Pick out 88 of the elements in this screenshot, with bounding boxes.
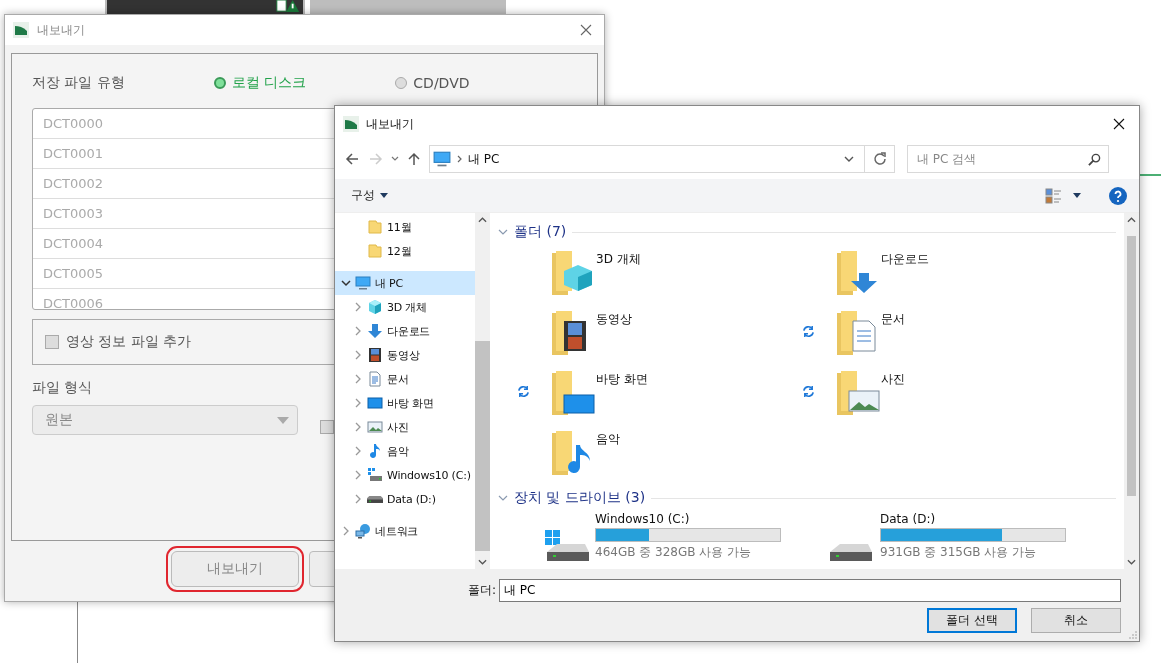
music-note-icon [367, 443, 383, 459]
drive-icon [367, 467, 383, 483]
scroll-down-icon[interactable] [1127, 559, 1136, 565]
folder-item[interactable]: 문서 [783, 303, 1068, 363]
free-space-text: 931GB 중 315GB 사용 가능 [880, 543, 1038, 561]
folder-item[interactable]: 사진 [783, 363, 1068, 423]
recent-dropdown-icon[interactable] [391, 156, 399, 162]
dropdown-chevron-icon[interactable] [844, 156, 854, 162]
computer-icon [433, 150, 451, 168]
scroll-up-icon[interactable] [1127, 217, 1136, 223]
tree-item[interactable]: 네트워크 [335, 519, 475, 543]
down-arrow-icon [367, 323, 383, 339]
folder-field-label: 폴더: [467, 582, 496, 599]
view-options-icon[interactable] [1045, 187, 1063, 204]
help-icon[interactable] [1109, 186, 1127, 205]
app-icon [343, 116, 359, 132]
search-icon [1088, 152, 1101, 166]
storage-type-label: 저장 파일 유형 [32, 74, 126, 92]
drive-icon [830, 543, 872, 561]
expand-chevron-icon[interactable] [353, 326, 363, 336]
drive-icon [545, 529, 589, 561]
scrollbar[interactable] [1124, 213, 1139, 569]
tree-item[interactable]: 사진 [335, 415, 475, 439]
scroll-up-icon[interactable] [478, 217, 487, 223]
search-field[interactable]: 내 PC 검색 [908, 151, 1088, 167]
network-icon [355, 523, 371, 539]
refresh-icon[interactable] [865, 145, 895, 173]
expand-chevron-icon[interactable] [353, 446, 363, 456]
drive-icon [367, 495, 383, 503]
drive-item[interactable]: Data (D:) 931GB 중 315GB 사용 가능 [783, 509, 1068, 563]
film-icon [367, 347, 383, 363]
folder-icon [367, 219, 383, 235]
computer-icon [355, 275, 371, 291]
app-icon [13, 22, 29, 38]
tree-item[interactable]: 동영상 [335, 343, 475, 367]
folder-field[interactable]: 내 PC [499, 579, 1121, 602]
file-format-label: 파일 형식 [32, 379, 93, 397]
collapse-chevron-icon[interactable] [341, 278, 351, 288]
expand-chevron-icon[interactable] [353, 470, 363, 480]
drive-name: Windows10 (C:) [595, 511, 691, 526]
expand-chevron-icon[interactable] [353, 422, 363, 432]
drive-name: Data (D:) [880, 511, 937, 526]
expand-chevron-icon[interactable] [341, 526, 351, 536]
radio-dot-icon[interactable] [395, 77, 408, 89]
checkbox-label: 영상 정보 파일 추가 [66, 333, 192, 351]
tree-item[interactable]: 바탕 화면 [335, 391, 475, 415]
dialog-button[interactable]: 폴더 선택 [927, 608, 1017, 633]
dropdown-arrow-icon [277, 416, 289, 424]
tree-item[interactable]: 내 PC [335, 271, 475, 295]
tree-item[interactable]: 다운로드 [335, 319, 475, 343]
search-box[interactable]: 내 PC 검색 [907, 145, 1109, 173]
tree-item[interactable]: 음악 [335, 439, 475, 463]
tree-item[interactable]: Data (D:) [335, 487, 475, 511]
tree-item[interactable]: Windows10 (C:) [335, 463, 475, 487]
tree-item[interactable]: 문서 [335, 367, 475, 391]
view-dropdown-icon[interactable] [1073, 193, 1081, 198]
group-header[interactable]: 장치 및 드라이브 (3) [514, 489, 646, 507]
checkbox[interactable] [45, 335, 59, 349]
expand-chevron-icon[interactable] [353, 398, 363, 408]
window-title: 내보내기 [366, 115, 415, 133]
scroll-down-icon[interactable] [478, 559, 487, 565]
folder-item[interactable]: 음악 [498, 423, 783, 483]
caret-icon [380, 193, 388, 198]
scrollbar[interactable] [475, 213, 490, 569]
desktop-icon [367, 395, 383, 411]
window-title: 내보내기 [37, 21, 86, 39]
folder-icon [367, 243, 383, 259]
folder-item[interactable]: 다운로드 [783, 243, 1068, 303]
expand-chevron-icon[interactable] [353, 350, 363, 360]
resize-grip-icon[interactable] [1129, 631, 1137, 639]
breadcrumb-chevron-icon[interactable] [457, 155, 462, 163]
cube-icon [367, 299, 383, 315]
tree-item[interactable]: 3D 개체 [335, 295, 475, 319]
expand-chevron-icon[interactable] [353, 302, 363, 312]
dialog-button[interactable]: 취소 [1031, 608, 1121, 633]
document-icon [367, 371, 383, 387]
folder-item[interactable]: 동영상 [498, 303, 783, 363]
picture-icon [367, 419, 383, 435]
expand-chevron-icon[interactable] [353, 494, 363, 504]
radio-dot-icon[interactable] [213, 77, 226, 89]
drive-item[interactable]: Windows10 (C:) 464GB 중 328GB 사용 가능 [498, 509, 783, 563]
warning-icon [276, 0, 300, 13]
free-space-text: 464GB 중 328GB 사용 가능 [595, 543, 753, 561]
expand-chevron-icon[interactable] [353, 374, 363, 384]
address-bar[interactable]: 내 PC [429, 145, 865, 173]
checkbox[interactable] [320, 420, 334, 434]
folder-item[interactable]: 바탕 화면 [498, 363, 783, 423]
radio-option[interactable]: CD/DVD [395, 75, 577, 91]
